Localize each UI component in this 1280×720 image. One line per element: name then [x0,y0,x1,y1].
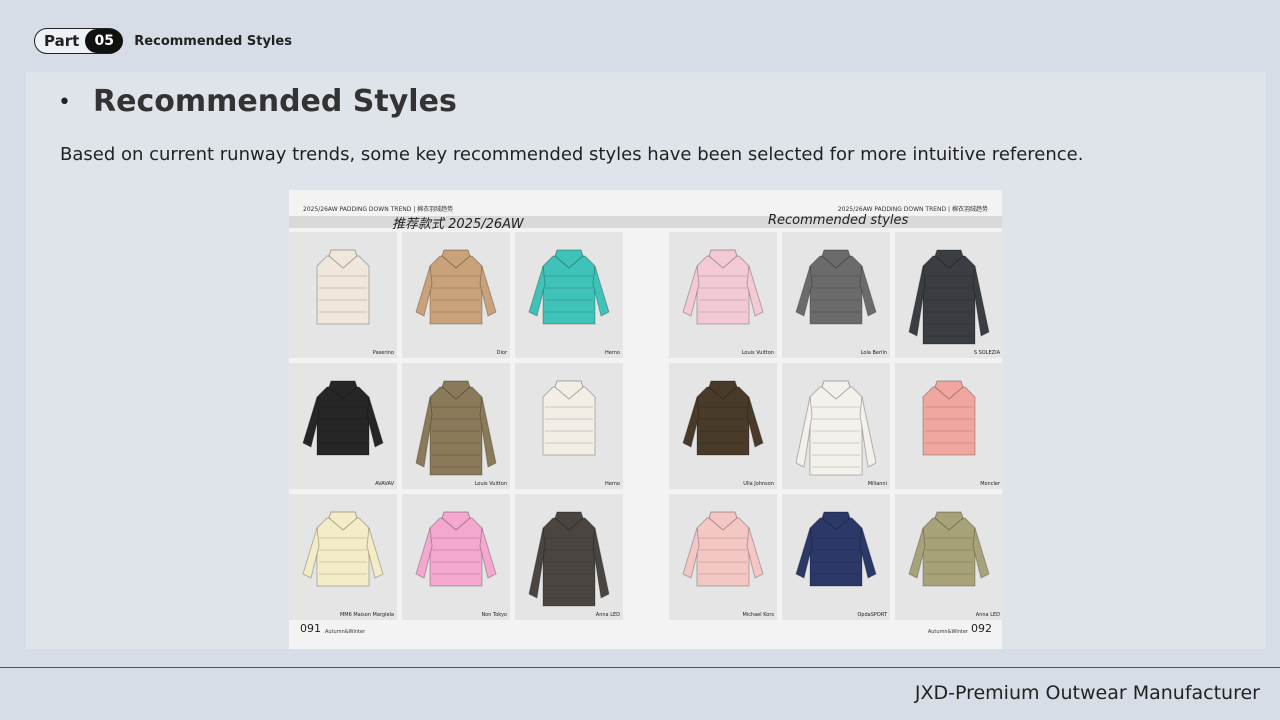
left-season-label: Autumn&Winter [325,629,366,635]
style-card: Anna LED [895,494,1003,620]
style-card: Dior [402,232,510,358]
brand-label: Ulla Johnson [743,481,774,487]
style-card: Ulla Johnson [669,363,777,489]
long-hooded-puffer-image [908,249,990,345]
white-fur-hood-parka-image [795,380,877,476]
brand-label: Non Tokyo [481,612,507,618]
brand-label: Anna LED [975,612,1000,618]
brand-label: Anna LED [595,612,620,618]
style-card: Michael Kors [669,494,777,620]
right-season-label: Autumn&Winter [927,629,968,635]
brand-label: S SOLEZIA [973,350,1000,356]
pink-puffer-jacket-image [682,511,764,587]
navy-quilted-bomber-image [795,511,877,587]
brand-label: Louis Vuitton [474,481,507,487]
part-label: Part [44,32,80,50]
leather-quilted-coat-image [528,511,610,607]
style-card: Millanni [782,363,890,489]
style-card: AVAVAV [289,363,397,489]
brand-label: Herno [604,350,620,356]
left-page-header: 2025/26AW PADDING DOWN TREND | 棉衣羽绒趋势 [303,206,454,213]
style-card: MM6 Maison Margiela [289,494,397,620]
brand-label: Paserino [372,350,394,356]
style-card: Herno [515,232,623,358]
content-panel: • Recommended Styles Based on current ru… [26,72,1266,649]
lookbook-spread: 2025/26AW PADDING DOWN TREND | 棉衣羽绒趋势 20… [289,190,1003,649]
olive-belted-coat-image [415,380,497,476]
pink-bomber-jacket-image [682,249,764,325]
brand-label: Dior [496,350,507,356]
brand-label: Millanni [867,481,887,487]
brand-label: Herno [604,481,620,487]
style-card: Herno [515,363,623,489]
intro-text: Based on current runway trends, some key… [60,144,1084,165]
pink-fur-vest-image [922,380,976,456]
section-header: Part 05 Recommended Styles [34,28,292,54]
footer-brand: JXD-Premium Outwear Manufacturer [914,682,1260,704]
cream-wrap-collar-jacket-image [302,511,384,587]
brand-label: Michael Kors [742,612,775,618]
left-page-number: 091 [300,622,321,635]
style-card: Moncler [895,363,1003,489]
cropped-puffer-vest-image [316,249,370,325]
part-badge: Part 05 [34,28,124,54]
right-page-header: 2025/26AW PADDING DOWN TREND | 棉衣羽绒趋势 [837,206,988,213]
brand-label: MM6 Maison Margiela [339,612,394,618]
style-card: OpdaSPORT [782,494,890,620]
bullet-icon: • [58,90,71,115]
brand-label: Lola Berlin [860,350,887,356]
left-band-title: 推荐款式 2025/26AW [392,217,524,232]
part-number: 05 [85,29,124,53]
style-card: Louis Vuitton [669,232,777,358]
khaki-quilted-jacket-image [908,511,990,587]
section-title: Recommended Styles [134,33,292,49]
brand-label: Moncler [980,481,1000,487]
brand-label: AVAVAV [375,481,394,487]
black-cropped-puffer-image [302,380,384,456]
style-card: Lola Berlin [782,232,890,358]
page-title: Recommended Styles [93,84,457,119]
brown-quilted-jacket-image [682,380,764,456]
cropped-quilted-jacket-image [528,249,610,325]
belted-puffer-jacket-image [415,249,497,325]
pink-peplum-jacket-image [415,511,497,587]
style-card: S SOLEZIA [895,232,1003,358]
style-card: Non Tokyo [402,494,510,620]
style-card: Paserino [289,232,397,358]
brand-label: OpdaSPORT [857,612,887,618]
footer-divider [0,667,1280,668]
right-band-title: Recommended styles [768,213,909,228]
right-page-number: 092 [971,622,992,635]
style-card: Anna LED [515,494,623,620]
hooded-shearling-vest-image [542,380,596,456]
brand-label: Louis Vuitton [741,350,774,356]
print-quilted-jacket-image [795,249,877,325]
style-card: Louis Vuitton [402,363,510,489]
